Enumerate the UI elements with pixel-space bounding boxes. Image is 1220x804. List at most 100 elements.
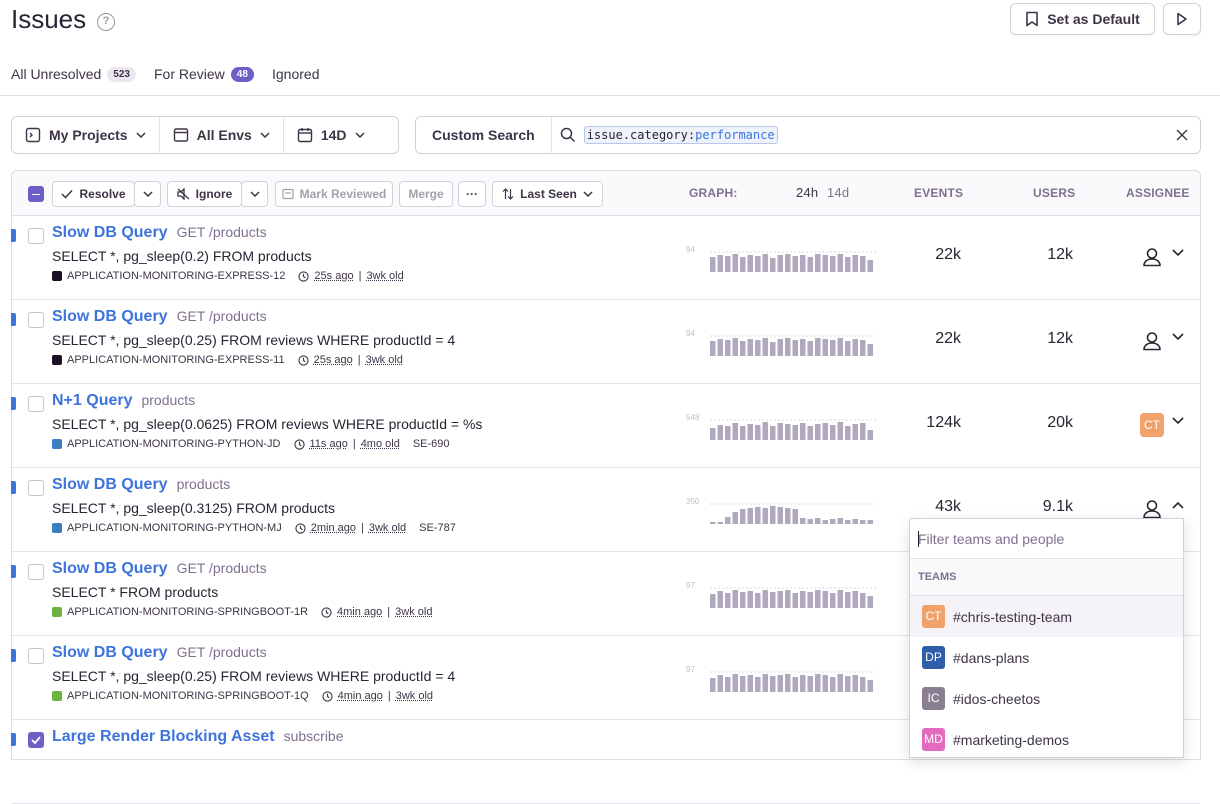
tab-for-review[interactable]: For Review 48 — [154, 66, 254, 82]
sparkline-bar — [770, 258, 776, 272]
sparkline-bar — [770, 592, 776, 608]
issue-title-link[interactable]: Slow DB Query — [52, 476, 168, 494]
issue-title-link[interactable]: Slow DB Query — [52, 308, 168, 326]
first-seen[interactable]: 3wk old — [366, 354, 403, 366]
sparkline-bar — [785, 424, 791, 440]
help-icon[interactable]: ? — [97, 13, 115, 31]
issue-title-line: N+1 Query products — [52, 392, 195, 410]
row-checkbox[interactable] — [28, 396, 44, 412]
project-name[interactable]: APPLICATION-MONITORING-SPRINGBOOT-1Q — [67, 690, 309, 702]
last-seen[interactable]: 25s ago — [314, 270, 353, 282]
play-button[interactable] — [1163, 3, 1201, 35]
platform-icon — [52, 523, 62, 533]
tab-all-unresolved[interactable]: All Unresolved 523 — [11, 66, 136, 82]
table-row[interactable]: Slow DB Query GET /products SELECT *, pg_s… — [12, 300, 1200, 384]
first-seen[interactable]: 3wk old — [395, 606, 432, 618]
chevron-down-icon[interactable] — [1172, 333, 1184, 341]
ignore-button[interactable]: Ignore — [167, 181, 242, 207]
users-header: USERS — [1033, 186, 1075, 200]
sparkline-bar — [823, 339, 829, 356]
project-name[interactable]: APPLICATION-MONITORING-PYTHON-MJ — [67, 522, 282, 534]
project-name[interactable]: APPLICATION-MONITORING-PYTHON-JD — [67, 438, 281, 450]
assignee-user-icon[interactable] — [1142, 499, 1162, 519]
issue-title-link[interactable]: Large Render Blocking Asset — [52, 728, 275, 746]
events-count: 22k — [881, 246, 961, 264]
issue-message: SELECT *, pg_sleep(0.2) FROM products — [52, 248, 312, 264]
close-icon[interactable] — [1176, 129, 1188, 141]
first-seen[interactable]: 3wk old — [369, 522, 406, 534]
events-count: 124k — [881, 414, 961, 432]
project-selector[interactable]: My Projects — [12, 117, 160, 153]
project-name[interactable]: APPLICATION-MONITORING-EXPRESS-11 — [67, 354, 285, 366]
set-as-default-button[interactable]: Set as Default — [1010, 3, 1155, 35]
sort-button[interactable]: Last Seen — [492, 181, 603, 207]
merge-button[interactable]: Merge — [399, 181, 453, 207]
project-name[interactable]: APPLICATION-MONITORING-EXPRESS-12 — [67, 270, 285, 282]
issue-title-link[interactable]: N+1 Query — [52, 392, 132, 410]
clock-icon — [321, 607, 332, 618]
sparkline-bar — [718, 255, 724, 272]
mark-reviewed-button[interactable]: Mark Reviewed — [275, 181, 393, 207]
sparkline-bar — [868, 260, 874, 272]
table-row[interactable]: Slow DB Query GET /products SELECT *, pg_s… — [12, 216, 1200, 300]
graph-14d-toggle[interactable]: 14d — [827, 185, 849, 200]
tab-ignored[interactable]: Ignored — [272, 66, 319, 82]
team-name: #idos-cheetos — [953, 691, 1040, 707]
sort-icon — [502, 188, 514, 200]
assignee-user-icon[interactable] — [1142, 247, 1162, 267]
issue-title-link[interactable]: Slow DB Query — [52, 560, 168, 578]
issue-title-link[interactable]: Slow DB Query — [52, 644, 168, 662]
sparkline-bar — [733, 590, 739, 608]
team-option[interactable]: DP #dans-plans — [910, 637, 1183, 678]
resolve-button[interactable]: Resolve — [52, 181, 135, 207]
row-checkbox[interactable] — [28, 228, 44, 244]
row-checkbox[interactable] — [28, 480, 44, 496]
team-avatar: DP — [922, 646, 945, 669]
team-option[interactable]: CT #chris-testing-team — [910, 596, 1183, 637]
issue-title-link[interactable]: Slow DB Query — [52, 224, 168, 242]
first-seen[interactable]: 3wk old — [366, 270, 403, 282]
team-option[interactable]: MD #marketing-demos — [910, 719, 1183, 760]
sparkline-bar — [860, 423, 866, 440]
assignee-filter-input[interactable]: Filter teams and people — [910, 519, 1183, 559]
table-row[interactable]: N+1 Query products SELECT *, pg_sleep(0.06… — [12, 384, 1200, 468]
sparkline-bar — [718, 339, 724, 356]
sparkline-bar — [755, 507, 761, 524]
count-badge: 48 — [231, 67, 254, 82]
sparkline-bar — [748, 591, 754, 608]
platform-icon — [52, 439, 62, 449]
last-seen[interactable]: 11s ago — [310, 438, 348, 450]
issue-message: SELECT *, pg_sleep(0.3125) FROM products — [52, 500, 335, 516]
more-actions-button[interactable]: ··· — [458, 181, 486, 207]
graph-24h-toggle[interactable]: 24h — [796, 185, 818, 200]
team-option[interactable]: IC #idos-cheetos — [910, 678, 1183, 719]
row-checkbox[interactable] — [28, 312, 44, 328]
resolve-options-button[interactable] — [134, 181, 161, 207]
date-selector[interactable]: 14D — [284, 117, 378, 153]
first-seen[interactable]: 3wk old — [396, 690, 433, 702]
chevron-down-icon[interactable] — [1172, 417, 1184, 425]
last-seen[interactable]: 4min ago — [337, 606, 382, 618]
chevron-down-icon[interactable] — [1172, 249, 1184, 257]
row-checkbox[interactable] — [28, 648, 44, 664]
sparkline-bar — [778, 255, 784, 272]
first-seen[interactable]: 4mo old — [361, 438, 400, 450]
search-token[interactable]: issue.category:performance — [584, 126, 778, 144]
last-seen[interactable]: 2min ago — [311, 522, 356, 534]
project-name[interactable]: APPLICATION-MONITORING-SPRINGBOOT-1R — [67, 606, 308, 618]
issue-meta: APPLICATION-MONITORING-PYTHON-MJ 2min ag… — [52, 522, 456, 534]
short-id[interactable]: SE-690 — [413, 438, 450, 450]
chevron-up-icon[interactable] — [1172, 501, 1184, 509]
assignee-user-icon[interactable] — [1142, 331, 1162, 351]
select-all-checkbox[interactable] — [28, 186, 44, 202]
sparkline-bar — [808, 519, 814, 524]
row-checkbox[interactable] — [28, 564, 44, 580]
last-seen[interactable]: 25s ago — [314, 354, 353, 366]
last-seen[interactable]: 4min ago — [338, 690, 383, 702]
ignore-options-button[interactable] — [241, 181, 268, 207]
short-id[interactable]: SE-787 — [419, 522, 456, 534]
team-avatar: CT — [922, 605, 945, 628]
custom-search-button[interactable]: Custom Search — [416, 117, 552, 153]
assignee-avatar[interactable]: CT — [1140, 413, 1164, 437]
environment-selector[interactable]: All Envs — [160, 117, 284, 153]
